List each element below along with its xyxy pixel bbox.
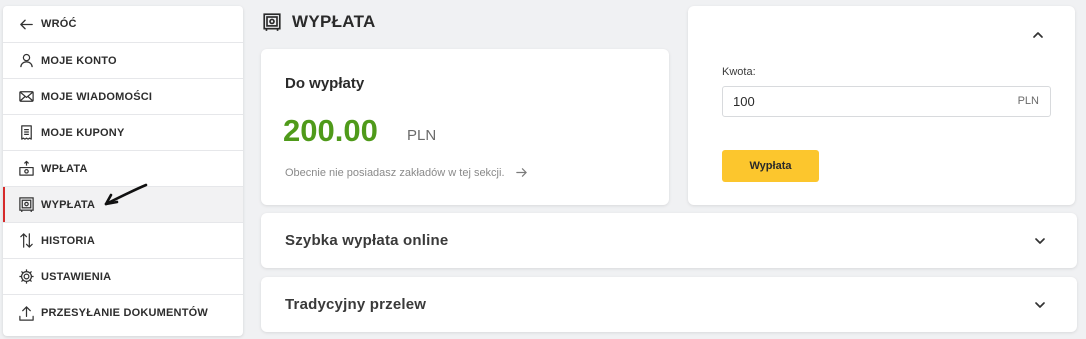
safe-icon (17, 196, 35, 214)
accordion-traditional-transfer[interactable]: Tradycyjny przelew (261, 277, 1077, 332)
sidebar-item-label: WPŁATA (41, 162, 88, 175)
chevron-up-icon[interactable] (1031, 28, 1045, 42)
no-bets-link[interactable]: Obecnie nie posiadasz zakładów w tej sek… (285, 166, 528, 179)
sidebar-item-label: MOJE KONTO (41, 54, 117, 67)
sidebar-item-messages[interactable]: MOJE WIADOMOŚCI (3, 79, 243, 115)
sidebar-item-label: WRÓĆ (41, 18, 77, 30)
accordion-label: Tradycyjny przelew (285, 296, 427, 313)
page-title-text: WYPŁATA (292, 12, 376, 31)
sidebar-item-label: MOJE WIADOMOŚCI (41, 90, 153, 103)
annotation-arrow-icon (104, 183, 148, 206)
upload-icon (17, 304, 35, 322)
chevron-down-icon[interactable] (1033, 298, 1047, 312)
sidebar-item-label: PRZESYŁANIE DOKUMENTÓW (41, 307, 208, 319)
amount-unit: PLN (1017, 95, 1039, 107)
accordion-label: Szybka wypłata online (285, 232, 449, 249)
sidebar-item-settings[interactable]: USTAWIENIA (3, 259, 243, 295)
balance-card: Do wypłaty 200.00 PLN Obecnie nie posiad… (261, 49, 669, 205)
amount-label: Kwota: (722, 66, 756, 78)
sidebar-item-back[interactable]: WRÓĆ (3, 6, 243, 43)
no-bets-text: Obecnie nie posiadasz zakładów w tej sek… (285, 166, 505, 179)
sidebar-item-history[interactable]: HISTORIA (3, 223, 243, 259)
balance-currency: PLN (407, 127, 437, 144)
arrows-up-down-icon (17, 232, 35, 250)
envelope-icon (17, 88, 35, 106)
sidebar-item-label: MOJE KUPONY (41, 126, 125, 139)
balance-amount: 200.00 (283, 113, 378, 148)
chevron-down-icon[interactable] (1033, 234, 1047, 248)
receipt-icon (17, 124, 35, 142)
arrow-left-icon (17, 15, 35, 33)
sidebar-item-label: HISTORIA (41, 234, 95, 247)
user-icon (17, 52, 35, 70)
amount-input[interactable] (722, 86, 1051, 117)
page-title: WYPŁATA (262, 12, 376, 32)
arrow-right-icon (515, 168, 527, 177)
balance-label: Do wypłaty (285, 75, 365, 92)
sidebar-item-label: USTAWIENIA (41, 270, 112, 283)
sidebar-item-coupons[interactable]: MOJE KUPONY (3, 115, 243, 151)
sidebar-item-label: WYPŁATA (41, 198, 96, 211)
sidebar: WRÓĆ MOJE KONTO MOJE WIADOMOŚCI MOJE KUP… (3, 6, 243, 336)
sidebar-item-account[interactable]: MOJE KONTO (3, 43, 243, 79)
deposit-icon (17, 160, 35, 178)
safe-icon (263, 13, 281, 31)
withdraw-form-card: Kwota: PLN Wypłata (688, 6, 1075, 205)
accordion-fast-online-withdrawal[interactable]: Szybka wypłata online (261, 213, 1077, 268)
sidebar-item-documents[interactable]: PRZESYŁANIE DOKUMENTÓW (3, 295, 243, 331)
withdraw-button[interactable]: Wypłata (722, 150, 819, 182)
gear-icon (17, 268, 35, 286)
